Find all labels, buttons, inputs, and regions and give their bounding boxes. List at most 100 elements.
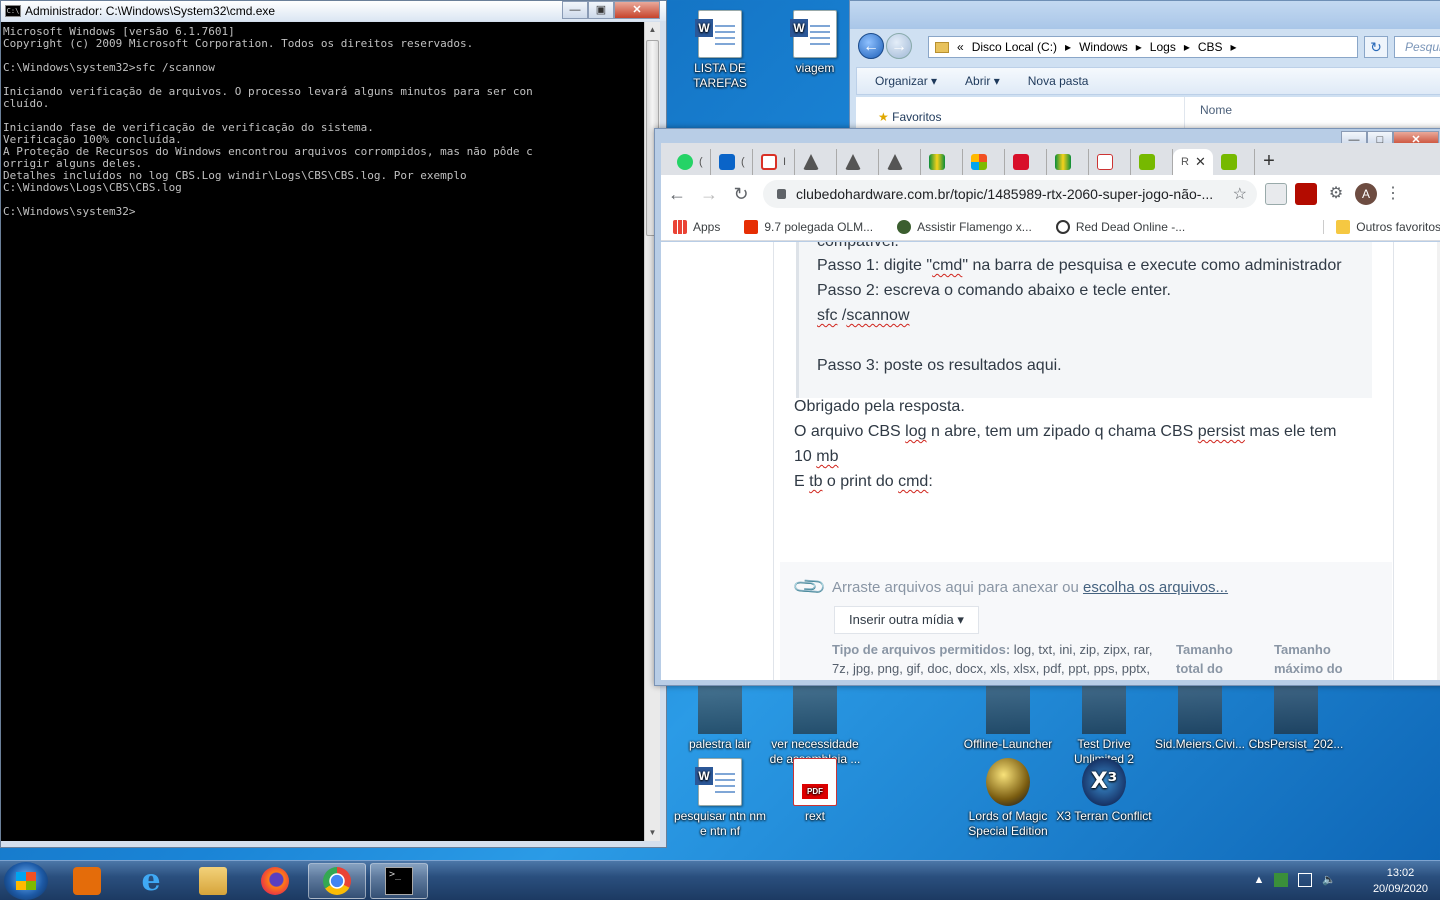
clock[interactable]: 13:02 20/09/2020 (1373, 865, 1428, 897)
bookmark-flamengo[interactable]: Assistir Flamengo x... (885, 219, 1044, 234)
explorer-titlebar[interactable] (850, 1, 1440, 29)
forward-icon[interactable]: → (693, 184, 725, 205)
back-arrow-icon[interactable]: ← (858, 33, 884, 59)
taskbar-explorer[interactable] (184, 863, 242, 899)
breadcrumb-overflow[interactable]: « (957, 40, 964, 54)
new-tab-icon[interactable]: + (1255, 149, 1283, 175)
refresh-icon[interactable]: ↻ (1364, 36, 1388, 58)
firefox-icon (261, 867, 289, 895)
bookmark-other[interactable]: Outros favoritos (1323, 219, 1440, 234)
attachments-area[interactable]: 📎 Arraste arquivos aqui para anexar ou e… (780, 562, 1392, 680)
tab-site-4[interactable] (921, 149, 963, 175)
tab-outlook[interactable]: ( (711, 149, 753, 175)
tab-site-7[interactable] (1089, 149, 1131, 175)
desktop-icon-x3-terran-conflict[interactable]: X³ X3 Terran Conflict (1056, 758, 1152, 824)
triangle-icon (803, 154, 819, 170)
tab-active-label: R (1181, 156, 1189, 168)
desktop-icon-label: CbsPersist_202... (1248, 737, 1344, 751)
url-text: clubedohardware.com.br/topic/1485989-rtx… (796, 186, 1214, 202)
explorer-search-input[interactable]: Pesqui (1394, 36, 1440, 58)
acrobat-icon[interactable] (1295, 183, 1317, 205)
breadcrumb-sep-icon: ▸ (1065, 40, 1072, 54)
new-folder-button[interactable]: Nova pasta (1028, 74, 1089, 88)
bookmark-label: 9.7 polegada OLM... (764, 219, 874, 234)
explorer-address-bar[interactable]: « Disco Local (C:) ▸ Windows ▸ Logs ▸ CB… (928, 36, 1358, 58)
bookmark-apps[interactable]: Apps (661, 219, 732, 234)
cmd-console-output[interactable]: Microsoft Windows [versão 6.1.7601] Copy… (1, 22, 644, 841)
chrome-window[interactable]: — □ ✕ ( ( I R ✕ + ← → ↻ clubedohardware.c… (654, 128, 1440, 686)
organize-button[interactable]: Organizar ▾ (875, 74, 937, 88)
back-icon[interactable]: ← (661, 184, 693, 205)
desktop-icon-pesquisar-ntn[interactable]: pesquisar ntn nm e ntn nf (672, 758, 768, 839)
breadcrumb-cbs[interactable]: CBS (1198, 40, 1223, 54)
launcher-icon (986, 686, 1030, 734)
taskbar-firefox[interactable] (246, 863, 304, 899)
scroll-up-icon[interactable]: ▲ (645, 22, 660, 38)
bookmark-star-icon[interactable]: ☆ (1233, 184, 1247, 204)
menu-dots-icon[interactable]: ⋮ (1385, 183, 1401, 205)
desktop-icon-lista-de-tarefas[interactable]: LISTA DE TAREFAS (672, 10, 768, 91)
extension-icon[interactable] (1265, 183, 1287, 205)
tab-site-2[interactable] (837, 149, 879, 175)
taskbar-chrome[interactable] (308, 863, 366, 899)
breadcrumb-logs[interactable]: Logs (1150, 40, 1176, 54)
favorites-item[interactable]: ★ Favoritos (878, 110, 941, 124)
reply-line-2: O arquivo CBS log n abre, tem um zipado … (794, 423, 1337, 440)
desktop-icon-cbspersist[interactable]: CbsPersist_202... (1248, 686, 1344, 752)
network-icon[interactable] (1298, 873, 1312, 887)
maximize-icon[interactable]: ▣ (588, 1, 614, 19)
desktop-icon-test-drive[interactable]: Test Drive Unlimited 2 (1056, 686, 1152, 767)
desktop-icon-label: palestra lair (688, 737, 752, 751)
tab-site-6[interactable] (1047, 149, 1089, 175)
tab-site-3[interactable] (879, 149, 921, 175)
tab-nvidia-1[interactable] (1131, 149, 1173, 175)
breadcrumb-sep-icon: ▸ (1183, 40, 1190, 54)
close-icon[interactable]: ✕ (614, 1, 660, 19)
taskbar-cmd[interactable]: >_ (370, 863, 428, 899)
explorer-window[interactable]: ← → « Disco Local (C:) ▸ Windows ▸ Logs … (849, 0, 1440, 140)
bookmark-red-dead[interactable]: Red Dead Online -... (1044, 219, 1197, 234)
open-button[interactable]: Abrir ▾ (965, 74, 1000, 88)
scroll-down-icon[interactable]: ▼ (645, 825, 660, 841)
taskbar-media-player[interactable] (58, 863, 116, 899)
desktop-icon-rext[interactable]: PDF rext (767, 758, 863, 824)
address-bar[interactable]: clubedohardware.com.br/topic/1485989-rtx… (763, 180, 1257, 208)
desktop-icon-ver-necessidade[interactable]: ver necessidade de assembleia ... (767, 686, 863, 767)
tab-microsoft[interactable] (963, 149, 1005, 175)
breadcrumb-sep-icon: ▸ (1230, 40, 1237, 54)
bookmark-aliexpress[interactable]: 9.7 polegada OLM... (732, 219, 885, 234)
tab-active[interactable]: R ✕ (1173, 149, 1213, 175)
breadcrumb-disco-local[interactable]: Disco Local (C:) (972, 40, 1057, 54)
tab-whatsapp[interactable]: ( (669, 149, 711, 175)
apps-grid-icon (673, 219, 687, 234)
tray-app-icon[interactable] (1274, 873, 1288, 887)
archive-icon (1274, 686, 1318, 734)
tab-gmail[interactable]: I (753, 149, 795, 175)
desktop-icon-sid-meiers[interactable]: Sid.Meiers.Civi... (1152, 686, 1248, 752)
tray-overflow-icon[interactable]: ▲ (1252, 873, 1266, 887)
document-icon (698, 686, 742, 734)
choose-files-link[interactable]: escolha os arquivos... (1083, 579, 1228, 596)
forward-arrow-icon[interactable]: → (886, 33, 912, 59)
desktop-icon-palestra-lair[interactable]: palestra lair (672, 686, 768, 752)
breadcrumb-windows[interactable]: Windows (1079, 40, 1128, 54)
reply-line-1: Obrigado pela resposta. (794, 398, 965, 415)
tab-strip: ( ( I R ✕ + (661, 143, 1440, 175)
minimize-icon[interactable]: — (562, 1, 588, 19)
column-header-name[interactable]: Nome (1200, 103, 1232, 117)
reload-icon[interactable]: ↻ (725, 184, 757, 205)
start-button[interactable] (4, 862, 48, 900)
insert-media-button[interactable]: Inserir outra mídia ▾ (834, 606, 979, 634)
desktop-icon-lords-of-magic[interactable]: Lords of Magic Special Edition (960, 758, 1056, 839)
cmd-window[interactable]: C:\ Administrador: C:\Windows\System32\c… (0, 0, 667, 848)
tab-nvidia-2[interactable] (1213, 149, 1255, 175)
profile-avatar[interactable]: A (1355, 183, 1377, 205)
aliexpress-icon (744, 219, 759, 234)
puzzle-icon[interactable]: ⚙ (1325, 183, 1347, 205)
desktop-icon-offline-launcher[interactable]: Offline-Launcher (960, 686, 1056, 752)
tab-site-5[interactable] (1005, 149, 1047, 175)
taskbar-internet-explorer[interactable]: e (122, 863, 180, 899)
volume-icon[interactable]: 🔈 (1322, 873, 1336, 887)
tab-site-1[interactable] (795, 149, 837, 175)
tab-close-icon[interactable]: ✕ (1195, 154, 1206, 170)
